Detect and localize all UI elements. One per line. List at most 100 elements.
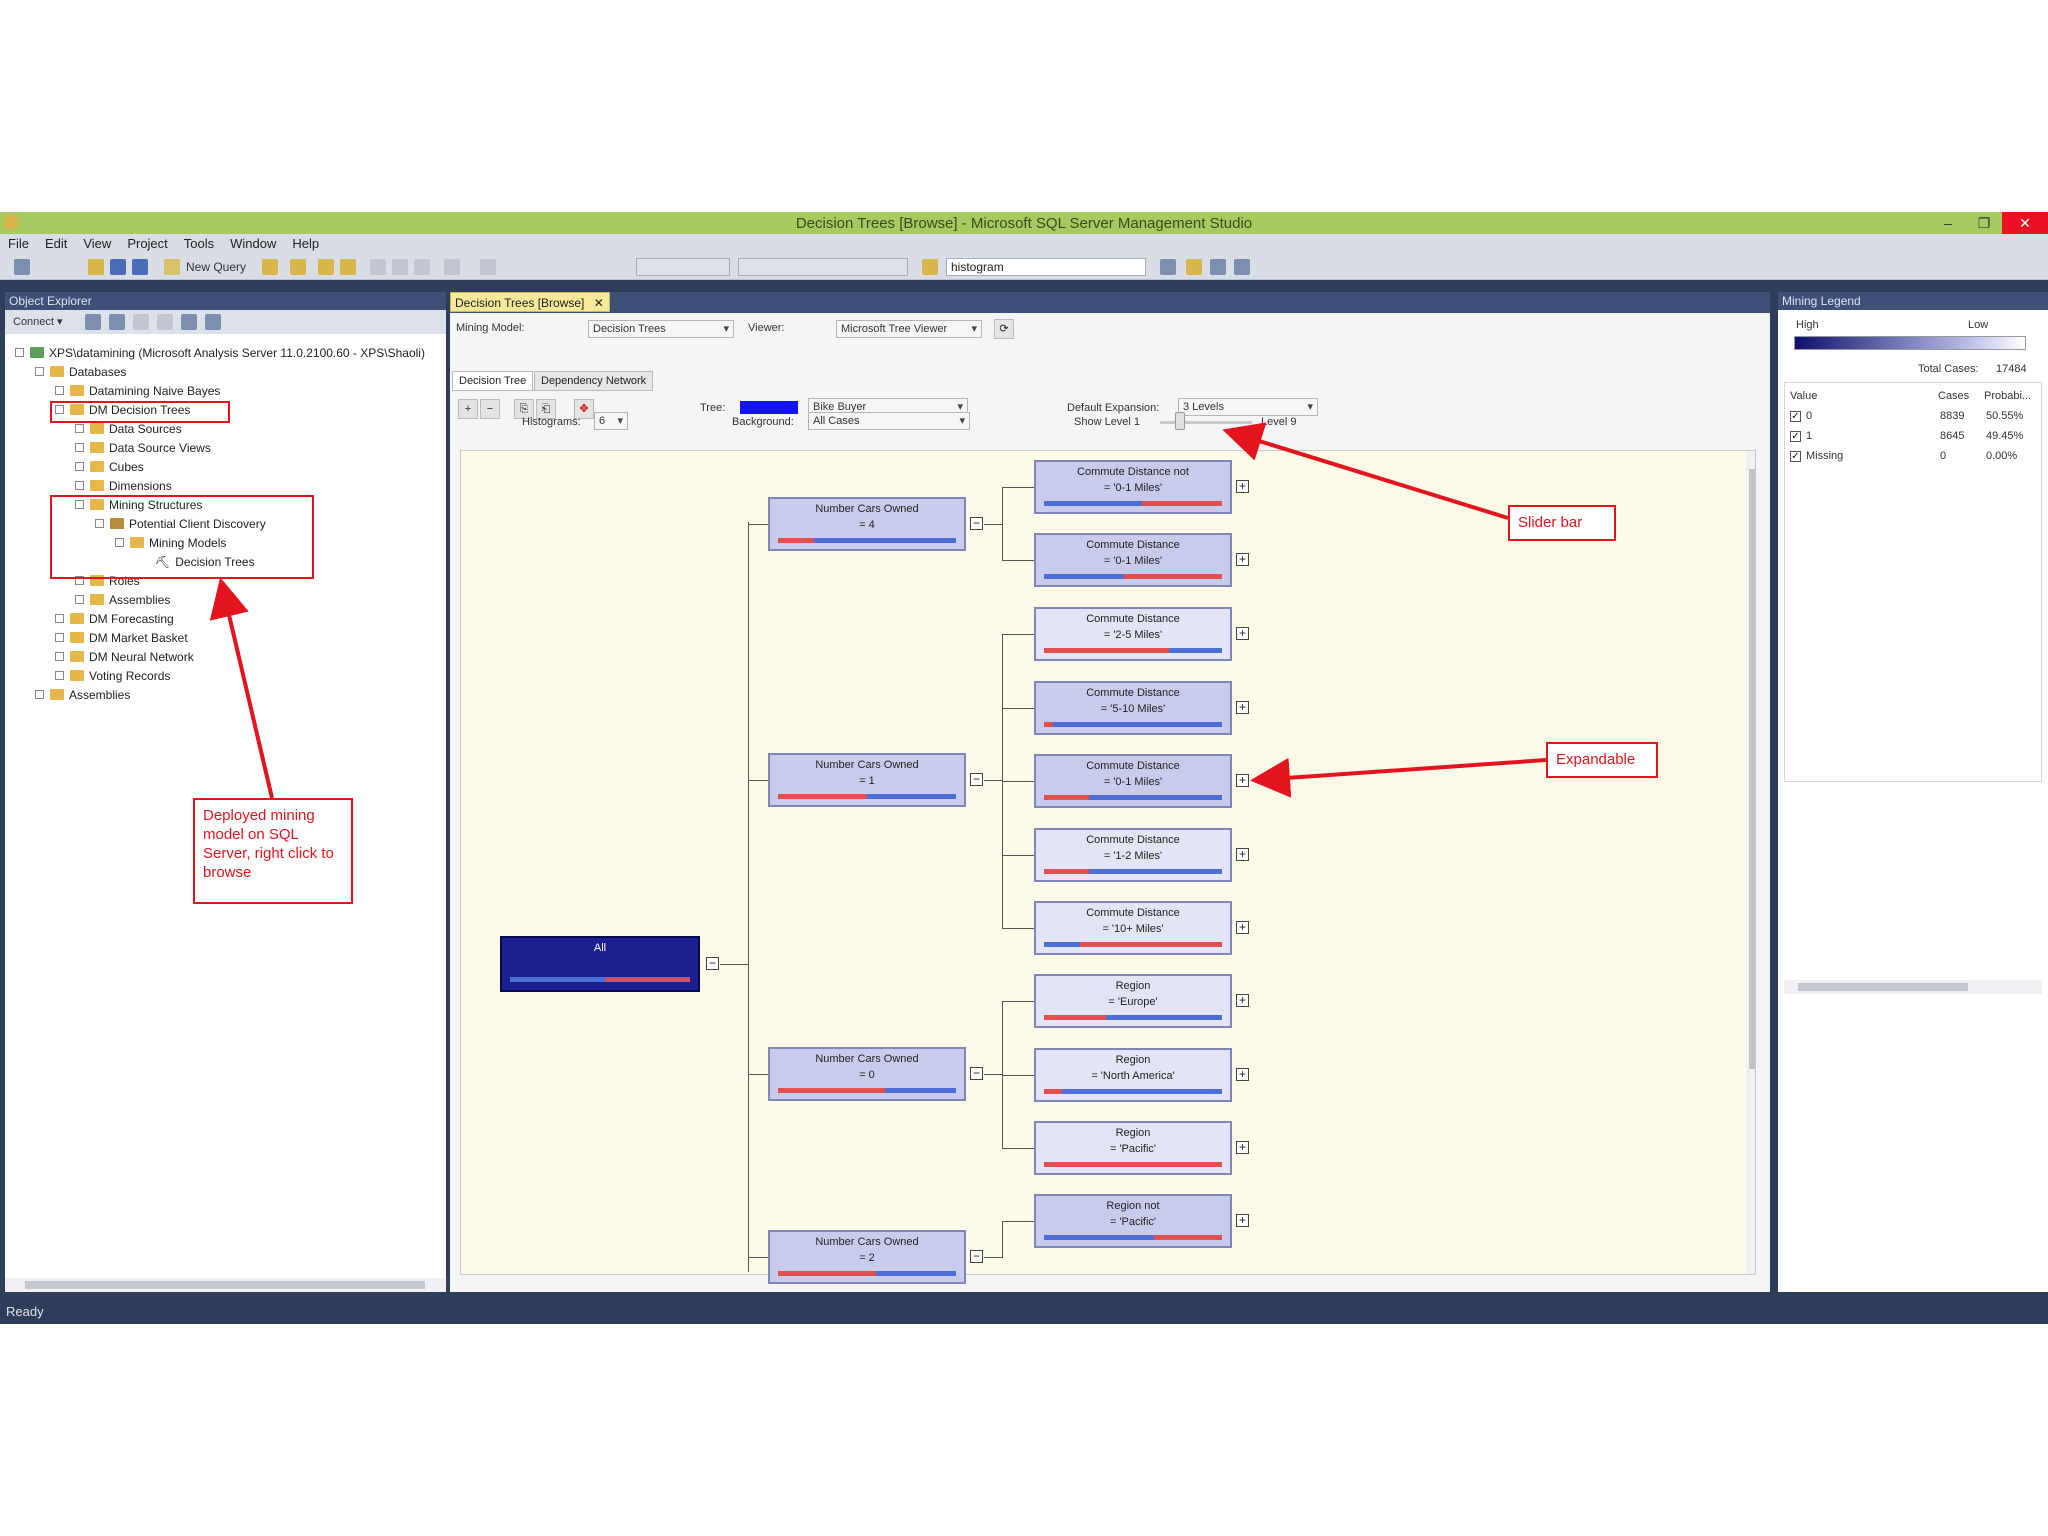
menu-tools[interactable]: Tools bbox=[176, 234, 222, 251]
close-button[interactable]: ✕ bbox=[2002, 212, 2048, 234]
legend-row-checkbox[interactable]: ✓ bbox=[1790, 431, 1801, 442]
menu-window[interactable]: Window bbox=[222, 234, 284, 251]
activity-icon[interactable] bbox=[205, 314, 221, 330]
expand-node-icon[interactable]: + bbox=[1236, 1068, 1249, 1081]
tree-node-data-source-views[interactable]: Data Source Views bbox=[75, 441, 211, 459]
toolbox-icon[interactable] bbox=[1210, 259, 1226, 275]
histograms-stepper[interactable]: 6 bbox=[594, 412, 628, 430]
tree-node-voting-records[interactable]: Voting Records bbox=[55, 669, 170, 687]
query-type-icon-4[interactable] bbox=[340, 259, 356, 275]
tree-root-node[interactable]: All bbox=[500, 936, 700, 992]
connect-icon[interactable] bbox=[85, 314, 101, 330]
tree-node-data-sources[interactable]: Data Sources bbox=[75, 422, 182, 440]
restore-button[interactable]: ❐ bbox=[1966, 212, 2002, 234]
tree-node-level2[interactable]: Commute Distance = '1-2 Miles' bbox=[1034, 828, 1232, 882]
expand-node-icon[interactable]: + bbox=[1236, 1141, 1249, 1154]
stop-icon[interactable] bbox=[133, 314, 149, 330]
menu-file[interactable]: File bbox=[0, 234, 37, 251]
properties-icon[interactable] bbox=[1160, 259, 1176, 275]
tree-node-databases[interactable]: Databases bbox=[35, 365, 126, 383]
tree-server-node[interactable]: XPS\datamining (Microsoft Analysis Serve… bbox=[15, 346, 425, 364]
tree-node-level2[interactable]: Region = 'Pacific' bbox=[1034, 1121, 1232, 1175]
object-explorer-icon[interactable] bbox=[1186, 259, 1202, 275]
menu-edit[interactable]: Edit bbox=[37, 234, 75, 251]
query-type-icon-2[interactable] bbox=[290, 259, 306, 275]
expand-node-icon[interactable]: + bbox=[1236, 480, 1249, 493]
expand-icon[interactable] bbox=[55, 614, 64, 624]
legend-row-checkbox[interactable]: ✓ bbox=[1790, 451, 1801, 462]
expand-icon[interactable] bbox=[55, 633, 64, 643]
expand-icon[interactable] bbox=[55, 652, 64, 662]
canvas-scrollbar[interactable] bbox=[1746, 451, 1755, 1274]
tab-dependency-network[interactable]: Dependency Network bbox=[534, 371, 654, 391]
tree-node-level1[interactable]: Number Cars Owned = 2 bbox=[768, 1230, 966, 1284]
tree-node-level1[interactable]: Number Cars Owned = 4 bbox=[768, 497, 966, 551]
close-tab-icon[interactable]: ✕ bbox=[594, 296, 604, 310]
tree-node-cubes[interactable]: Cubes bbox=[75, 460, 144, 478]
refresh-viewer-icon[interactable]: ⟳ bbox=[994, 319, 1014, 339]
collapse-icon[interactable] bbox=[35, 367, 44, 377]
new-project-icon[interactable] bbox=[14, 259, 30, 275]
expand-icon[interactable] bbox=[75, 462, 84, 472]
menu-view[interactable]: View bbox=[75, 234, 119, 251]
database-combo[interactable] bbox=[636, 258, 730, 276]
minimize-button[interactable]: – bbox=[1930, 212, 1966, 234]
tab-decision-tree[interactable]: Decision Tree bbox=[452, 371, 534, 391]
collapse-node-icon[interactable]: − bbox=[970, 1067, 983, 1080]
expand-icon[interactable] bbox=[55, 386, 64, 396]
save-icon[interactable] bbox=[110, 259, 126, 275]
tree-node-dm-forecasting[interactable]: DM Forecasting bbox=[55, 612, 174, 630]
collapse-node-icon[interactable]: − bbox=[970, 773, 983, 786]
collapse-node-icon[interactable]: − bbox=[706, 957, 719, 970]
paste-icon[interactable] bbox=[414, 259, 430, 275]
expand-icon[interactable] bbox=[75, 443, 84, 453]
expand-node-icon[interactable]: + bbox=[1236, 553, 1249, 566]
disconnect-icon[interactable] bbox=[109, 314, 125, 330]
expand-node-icon[interactable]: + bbox=[1236, 921, 1249, 934]
filter-icon[interactable] bbox=[157, 314, 173, 330]
refresh-icon[interactable] bbox=[181, 314, 197, 330]
options-icon[interactable] bbox=[1234, 259, 1250, 275]
tree-node-level2[interactable]: Commute Distance = '5-10 Miles' bbox=[1034, 681, 1232, 735]
expand-icon[interactable] bbox=[55, 671, 64, 681]
tree-node-level2[interactable]: Commute Distance = '0-1 Miles' bbox=[1034, 754, 1232, 808]
expand-icon[interactable] bbox=[75, 595, 84, 605]
find-icon[interactable] bbox=[922, 259, 938, 275]
tree-node-assemblies[interactable]: Assemblies bbox=[35, 688, 130, 706]
viewer-select[interactable]: Microsoft Tree Viewer bbox=[836, 320, 982, 338]
copy-icon[interactable] bbox=[392, 259, 408, 275]
tab-decision-trees-browse[interactable]: Decision Trees [Browse] ✕ bbox=[450, 292, 610, 312]
expand-node-icon[interactable]: + bbox=[1236, 627, 1249, 640]
tree-node-level2[interactable]: Commute Distance = '2-5 Miles' bbox=[1034, 607, 1232, 661]
find-combo[interactable]: histogram bbox=[946, 258, 1146, 276]
expand-icon[interactable] bbox=[75, 481, 84, 491]
background-select[interactable]: All Cases bbox=[808, 412, 970, 430]
collapse-node-icon[interactable]: − bbox=[970, 1250, 983, 1263]
cut-icon[interactable] bbox=[370, 259, 386, 275]
expand-icon[interactable] bbox=[75, 424, 84, 434]
new-query-button[interactable]: New Query bbox=[186, 260, 246, 274]
tree-node-level1[interactable]: Number Cars Owned = 1 bbox=[768, 753, 966, 807]
expand-node-icon[interactable]: + bbox=[1236, 994, 1249, 1007]
scrollbar-thumb[interactable] bbox=[1749, 469, 1755, 1069]
expand-node-icon[interactable]: + bbox=[1236, 701, 1249, 714]
redo-icon[interactable] bbox=[480, 259, 496, 275]
scrollbar-thumb[interactable] bbox=[25, 1281, 425, 1289]
tree-node-naive-bayes[interactable]: Datamining Naive Bayes bbox=[55, 384, 220, 402]
menu-project[interactable]: Project bbox=[119, 234, 175, 251]
menu-help[interactable]: Help bbox=[284, 234, 327, 251]
default-expansion-select[interactable]: 3 Levels bbox=[1178, 398, 1318, 416]
expand-node-icon[interactable]: + bbox=[1236, 1214, 1249, 1227]
legend-scrollbar[interactable] bbox=[1784, 980, 2042, 994]
query-type-icon-3[interactable] bbox=[318, 259, 334, 275]
tree-node-level2[interactable]: Commute Distance not = '0-1 Miles' bbox=[1034, 460, 1232, 514]
tree-node-level1[interactable]: Number Cars Owned = 0 bbox=[768, 1047, 966, 1101]
tree-node-level2[interactable]: Region = 'Europe' bbox=[1034, 974, 1232, 1028]
tree-node-assemblies-db[interactable]: Assemblies bbox=[75, 593, 170, 611]
tree-node-dm-market-basket[interactable]: DM Market Basket bbox=[55, 631, 188, 649]
collapse-icon[interactable] bbox=[15, 348, 24, 358]
expand-node-icon[interactable]: + bbox=[1236, 848, 1249, 861]
tree-node-dm-neural-network[interactable]: DM Neural Network bbox=[55, 650, 194, 668]
tree-node-level2[interactable]: Commute Distance = '0-1 Miles' bbox=[1034, 533, 1232, 587]
save-all-icon[interactable] bbox=[132, 259, 148, 275]
